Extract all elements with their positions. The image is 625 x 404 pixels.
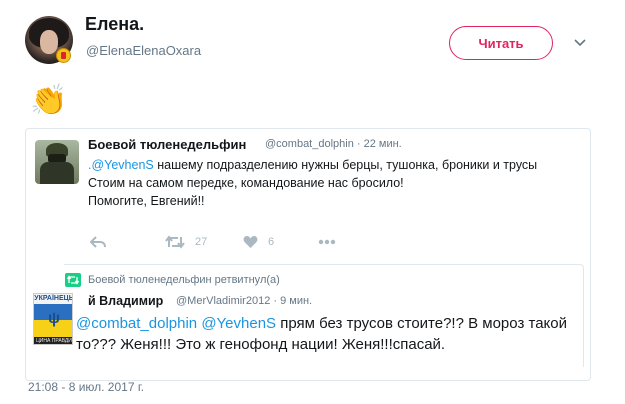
tweet-timestamp[interactable]: 21:08 - 8 июл. 2017 г. <box>28 380 144 394</box>
author-name[interactable]: Елена. <box>85 14 144 35</box>
retweet-notice[interactable]: Боевой тюленедельфин ретвитнул(а) <box>88 274 280 286</box>
reply-action[interactable] <box>90 234 106 250</box>
retweet-icon <box>165 235 185 249</box>
reply-icon <box>90 236 106 248</box>
more-action[interactable] <box>318 234 336 250</box>
follow-button[interactable]: Читать <box>449 26 553 60</box>
retweet-notice-icon <box>65 273 81 287</box>
mention-link[interactable]: .@YevhenS <box>88 158 154 172</box>
quoted-author-name[interactable]: Боевой тюленедельфин <box>88 137 246 152</box>
like-count: 6 <box>268 236 275 248</box>
chevron-down-icon[interactable] <box>572 34 588 50</box>
like-action[interactable]: 6 <box>243 234 274 250</box>
quoted-line2: Стоим на самом передке, командование нас… <box>88 176 404 190</box>
retweet-author-avatar[interactable]: УКРАЇНЕЦЬ ψ ЦИНА ПРАВДИ <box>33 293 73 345</box>
avatar-top-text: УКРАЇНЕЦЬ <box>34 294 73 304</box>
quoted-author-avatar[interactable] <box>35 140 79 184</box>
retweet-text: @combat_dolphin @YevhenS прям без трусов… <box>76 313 576 355</box>
retweet-author-name[interactable]: й Владимир <box>88 294 163 308</box>
retweet-action[interactable]: 27 <box>165 234 207 250</box>
quoted-tweet-text: .@YevhenS нашему подразделению нужны бер… <box>88 156 548 210</box>
avatar-bottom-text: ЦИНА ПРАВДИ <box>34 337 72 344</box>
author-handle[interactable]: @ElenaElenaOxara <box>86 43 201 58</box>
mention-link-yevhens[interactable]: @YevhenS <box>201 315 276 332</box>
more-icon <box>318 239 336 245</box>
trident-icon: ψ <box>48 310 61 327</box>
quoted-line3: Помогите, Евгений!! <box>88 194 205 208</box>
like-icon <box>243 236 258 248</box>
quoted-line1: нашему подразделению нужны берцы, тушонк… <box>153 158 538 172</box>
retweet-author-handle[interactable]: @MerVladimir2012 · 9 мин. <box>176 295 312 307</box>
retweet-count: 27 <box>195 236 208 248</box>
quoted-author-handle[interactable]: @combat_dolphin · 22 мин. <box>265 138 402 150</box>
clapping-hands-emoji: 👏 <box>30 84 68 117</box>
emblem-badge-icon <box>56 48 71 63</box>
mention-link-combat-dolphin[interactable]: @combat_dolphin <box>76 315 197 332</box>
